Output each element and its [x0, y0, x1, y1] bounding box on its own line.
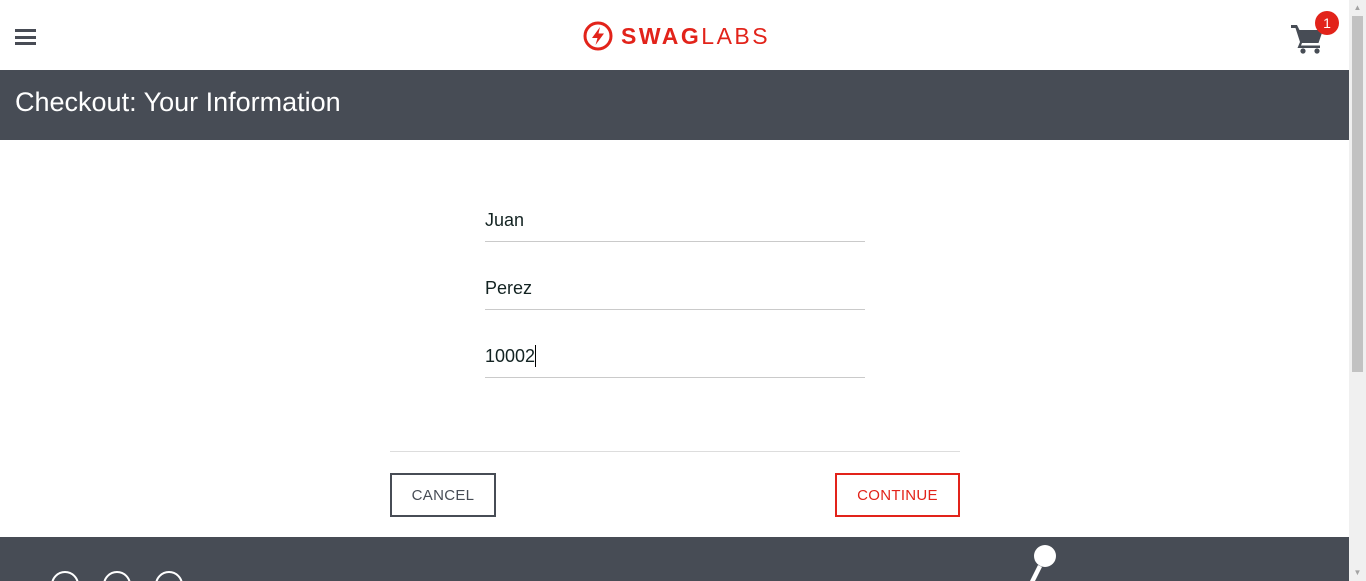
- postal-code-input[interactable]: [485, 336, 865, 376]
- page-header-bar: Checkout: Your Information: [0, 70, 1349, 140]
- swag-labs-logo: SWAGLABS: [583, 21, 770, 51]
- last-name-input[interactable]: [485, 268, 865, 308]
- last-name-field-wrapper: [485, 268, 865, 310]
- first-name-input[interactable]: [485, 200, 865, 240]
- scroll-up-arrow-icon[interactable]: ▲: [1349, 0, 1366, 16]
- postal-code-field-wrapper: [485, 336, 865, 378]
- vertical-scrollbar[interactable]: ▲ ▼: [1349, 0, 1366, 581]
- continue-button[interactable]: CONTINUE: [835, 473, 960, 517]
- facebook-icon[interactable]: [103, 571, 131, 581]
- twitter-icon[interactable]: [51, 571, 79, 581]
- linkedin-icon[interactable]: [155, 571, 183, 581]
- app-header: SWAGLABS 1: [0, 0, 1349, 70]
- hamburger-menu-icon[interactable]: [15, 29, 36, 45]
- cancel-button[interactable]: CANCEL: [390, 473, 496, 517]
- page-footer: [0, 537, 1349, 581]
- page-title: Checkout: Your Information: [15, 87, 341, 117]
- text-caret: [535, 345, 536, 367]
- form-divider: [390, 451, 960, 452]
- first-name-field-wrapper: [485, 200, 865, 242]
- checkout-info-form: [485, 200, 865, 404]
- swag-bolt-icon: [583, 21, 613, 51]
- cart-badge: 1: [1315, 11, 1339, 35]
- logo-text: SWAGLABS: [621, 22, 771, 49]
- scrollbar-thumb[interactable]: [1352, 16, 1363, 372]
- robot-mascot-icon: [1030, 545, 1056, 581]
- scroll-down-arrow-icon[interactable]: ▼: [1349, 565, 1366, 581]
